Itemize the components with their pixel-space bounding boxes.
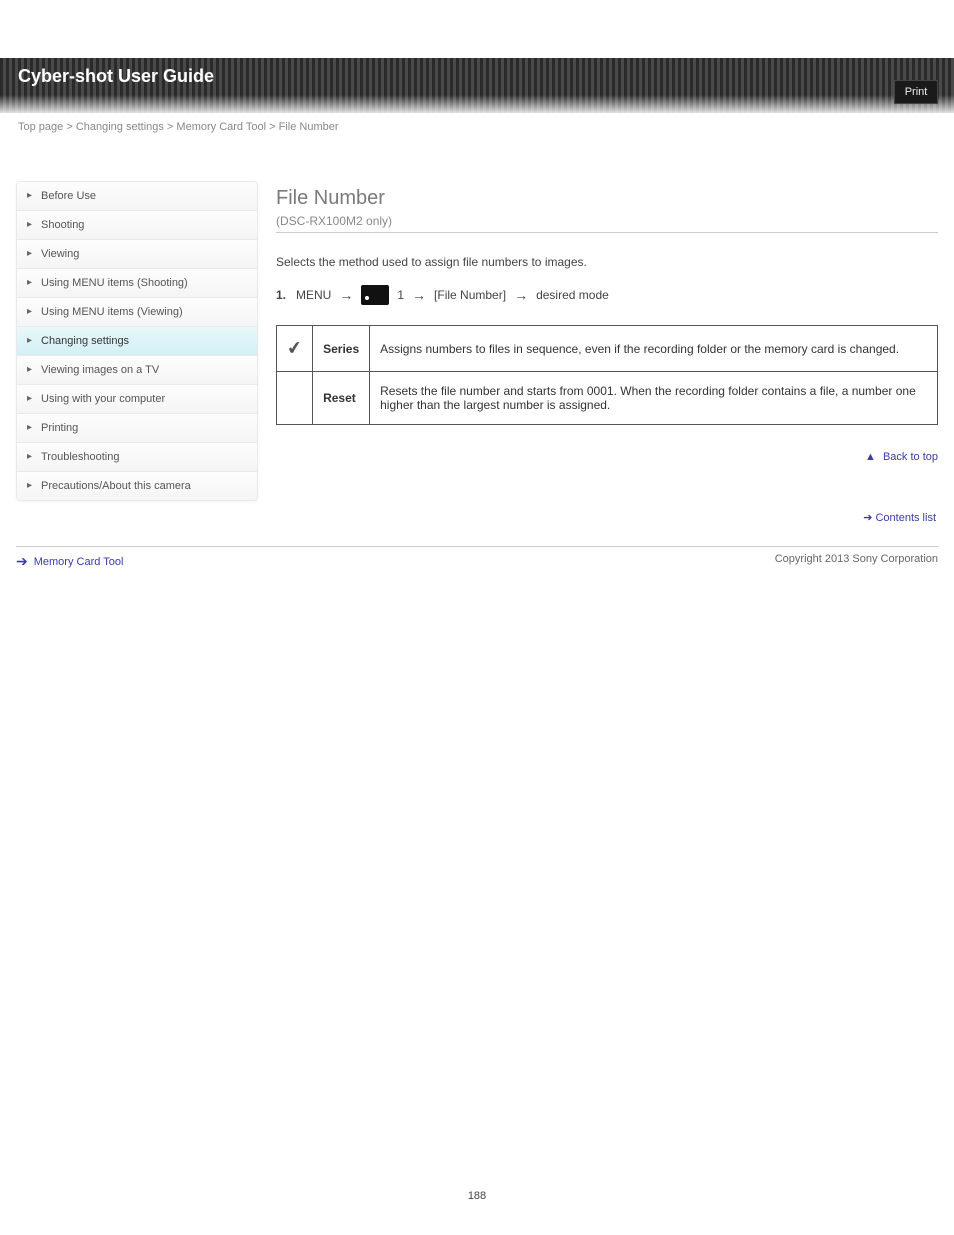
default-check-cell bbox=[277, 372, 313, 425]
prev-page-link[interactable]: ➔ Memory Card Tool bbox=[16, 553, 123, 570]
sidebar-item-label: Changing settings bbox=[41, 335, 129, 347]
divider bbox=[276, 232, 938, 233]
table-row: Reset Resets the file number and starts … bbox=[277, 372, 938, 425]
breadcrumb: Top page > Changing settings > Memory Ca… bbox=[0, 113, 954, 133]
sidebar-item-menu-shooting[interactable]: Using MENU items (Shooting) bbox=[17, 269, 257, 298]
page-subtitle: (DSC-RX100M2 only) bbox=[276, 214, 938, 228]
sidebar-item-label: Printing bbox=[41, 422, 78, 434]
memory-card-icon bbox=[361, 285, 389, 305]
arrow-right-icon: ➔ bbox=[863, 512, 872, 524]
sidebar-item-changing-settings[interactable]: Changing settings bbox=[17, 327, 257, 356]
table-row: ✔ Series Assigns numbers to files in seq… bbox=[277, 326, 938, 372]
contents-list-label: Contents list bbox=[875, 512, 936, 524]
step-number: 1. bbox=[276, 288, 286, 302]
option-name: Series bbox=[313, 326, 370, 372]
print-button[interactable]: Print bbox=[894, 80, 938, 104]
sidebar: Before Use Shooting Viewing Using MENU i… bbox=[16, 181, 258, 501]
breadcrumb-part[interactable]: Changing settings bbox=[76, 121, 164, 133]
sidebar-item-before-use[interactable]: Before Use bbox=[17, 182, 257, 211]
sidebar-item-label: Troubleshooting bbox=[41, 451, 119, 463]
copyright: Copyright 2013 Sony Corporation bbox=[775, 553, 938, 570]
options-table: ✔ Series Assigns numbers to files in seq… bbox=[276, 325, 938, 425]
step-desired-mode: desired mode bbox=[536, 288, 609, 302]
main-content: File Number (DSC-RX100M2 only) Selects t… bbox=[276, 181, 938, 501]
sidebar-item-label: Viewing bbox=[41, 248, 79, 260]
triangle-up-icon: ▲ bbox=[865, 451, 876, 463]
footer: ➔ Memory Card Tool Copyright 2013 Sony C… bbox=[16, 546, 938, 570]
step-file-number: [File Number] bbox=[434, 288, 506, 302]
sidebar-item-printing[interactable]: Printing bbox=[17, 414, 257, 443]
contents-list-link[interactable]: ➔ Contents list bbox=[863, 512, 936, 524]
sidebar-item-computer[interactable]: Using with your computer bbox=[17, 385, 257, 414]
arrow-icon: → bbox=[339, 287, 353, 303]
default-check-cell: ✔ bbox=[277, 326, 313, 372]
sidebar-item-label: Using MENU items (Viewing) bbox=[41, 306, 183, 318]
sidebar-item-label: Shooting bbox=[41, 219, 84, 231]
option-desc: Resets the file number and starts from 0… bbox=[370, 372, 938, 425]
sidebar-item-troubleshooting[interactable]: Troubleshooting bbox=[17, 443, 257, 472]
breadcrumb-part[interactable]: Memory Card Tool bbox=[176, 121, 266, 133]
sidebar-item-label: Before Use bbox=[41, 190, 96, 202]
arrow-icon: → bbox=[412, 287, 426, 303]
back-to-top-link[interactable]: Back to top bbox=[883, 451, 938, 463]
breadcrumb-part: File Number bbox=[279, 121, 339, 133]
site-title: Cyber-shot User Guide bbox=[18, 66, 214, 87]
header-bar: Cyber-shot User Guide Print bbox=[0, 58, 954, 113]
option-desc: Assigns numbers to files in sequence, ev… bbox=[370, 326, 938, 372]
arrow-right-icon: ➔ bbox=[16, 553, 28, 570]
sidebar-item-label: Viewing images on a TV bbox=[41, 364, 159, 376]
step-card-number: 1 bbox=[397, 288, 404, 302]
sidebar-item-menu-viewing[interactable]: Using MENU items (Viewing) bbox=[17, 298, 257, 327]
sidebar-item-label: Precautions/About this camera bbox=[41, 480, 191, 492]
sidebar-item-label: Using MENU items (Shooting) bbox=[41, 277, 188, 289]
sidebar-item-tv[interactable]: Viewing images on a TV bbox=[17, 356, 257, 385]
breadcrumb-part[interactable]: Top page bbox=[18, 121, 63, 133]
page-number: 188 bbox=[0, 1190, 954, 1222]
steps: 1. MENU → 1 → [File Number] → desired mo… bbox=[276, 285, 938, 305]
prev-page-label: Memory Card Tool bbox=[34, 556, 124, 568]
sidebar-item-precautions[interactable]: Precautions/About this camera bbox=[17, 472, 257, 500]
arrow-icon: → bbox=[514, 287, 528, 303]
step-menu-label: MENU bbox=[296, 288, 331, 302]
option-name: Reset bbox=[313, 372, 370, 425]
back-to-top[interactable]: ▲ Back to top bbox=[276, 451, 938, 463]
sidebar-item-viewing[interactable]: Viewing bbox=[17, 240, 257, 269]
page-title: File Number bbox=[276, 187, 938, 210]
sidebar-item-shooting[interactable]: Shooting bbox=[17, 211, 257, 240]
check-icon: ✔ bbox=[286, 337, 304, 360]
description: Selects the method used to assign file n… bbox=[276, 253, 938, 271]
sidebar-item-label: Using with your computer bbox=[41, 393, 165, 405]
